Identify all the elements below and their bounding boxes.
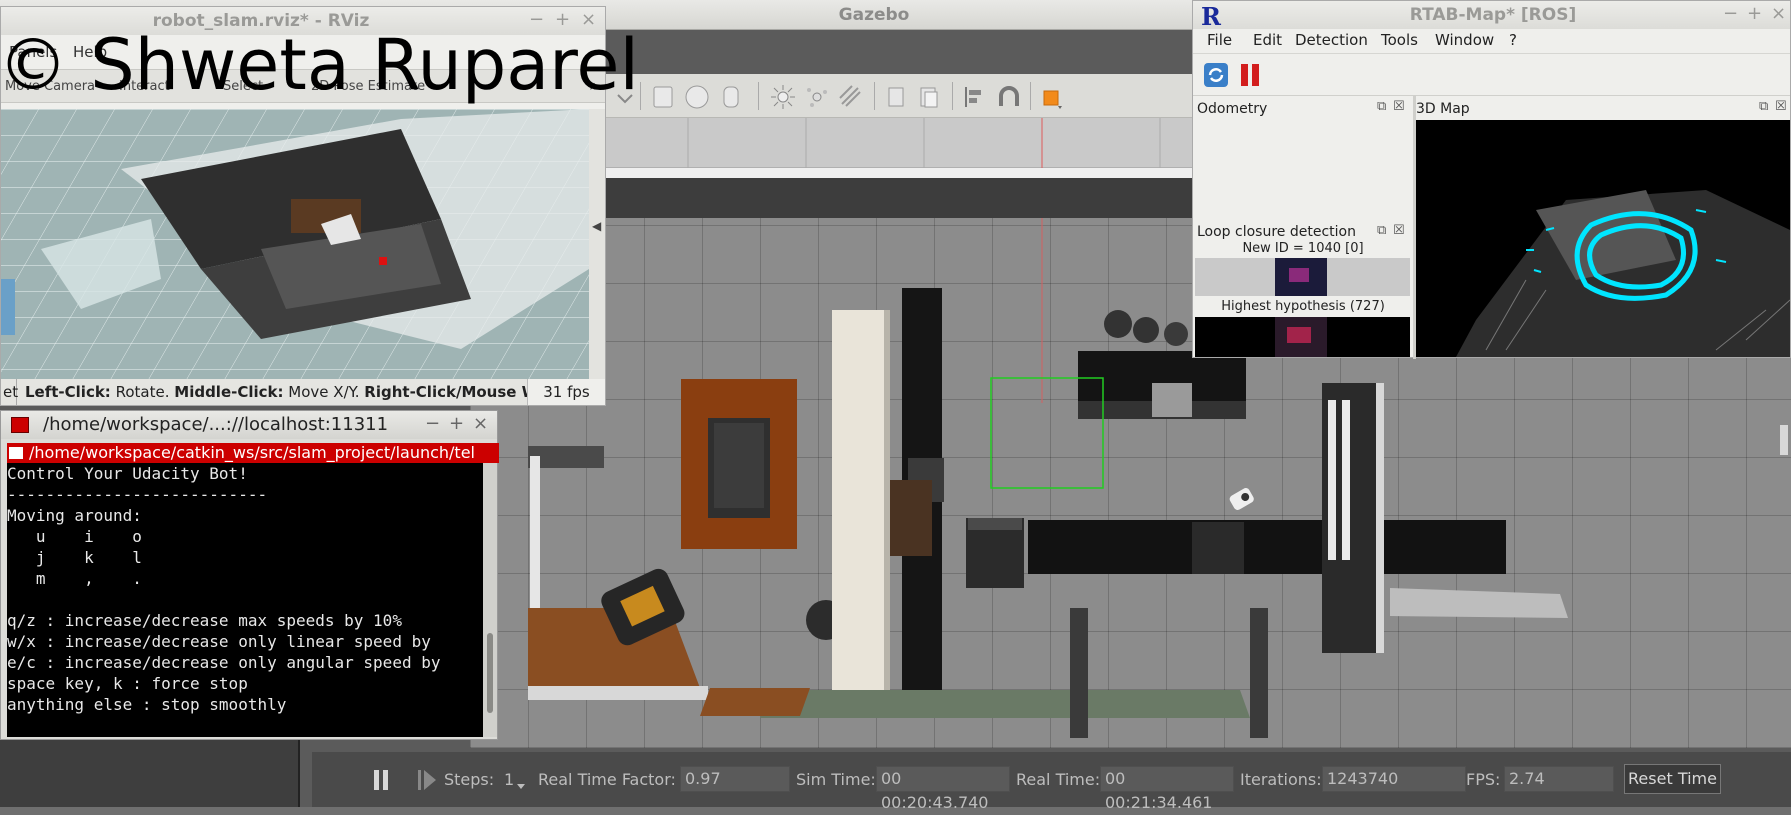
refresh-icon[interactable]	[1203, 62, 1229, 92]
pause-icon[interactable]	[372, 769, 392, 795]
minimize-icon[interactable]: −	[425, 413, 440, 434]
align-icon[interactable]	[962, 84, 988, 110]
close-icon[interactable]: ☒	[1775, 99, 1787, 114]
terminal-line: space key, k : force stop	[7, 674, 248, 693]
terminal-icon	[11, 417, 29, 433]
box-shape-icon[interactable]	[650, 84, 676, 110]
highest-hypothesis-label: Highest hypothesis (727)	[1221, 299, 1385, 314]
iterations-label: Iterations:	[1240, 770, 1322, 789]
rtabmap-titlebar: R RTAB-Map* [ROS] − + ×	[1193, 1, 1790, 31]
map3d-view[interactable]	[1416, 120, 1790, 357]
real-time-label: Real Time:	[1016, 770, 1101, 789]
terminal-line: Control Your Udacity Bot!	[7, 464, 248, 483]
terminal-title: /home/workspace/...://localhost:11311	[43, 414, 389, 435]
terminal-line: anything else : stop smoothly	[7, 695, 287, 714]
close-icon[interactable]: ×	[1771, 3, 1786, 24]
translate-mode-icon[interactable]	[1040, 84, 1066, 110]
close-icon[interactable]: ☒	[1393, 99, 1405, 114]
fps-field: 2.74	[1504, 766, 1614, 792]
chevron-down-icon[interactable]	[516, 776, 526, 795]
menu-window[interactable]: Window	[1435, 31, 1494, 49]
steps-label: Steps:	[444, 770, 495, 789]
odometry-panel-title: Odometry	[1197, 101, 1268, 117]
gazebo-side-panel	[0, 740, 300, 807]
menu-detection[interactable]: Detection	[1295, 31, 1368, 49]
close-icon[interactable]: ×	[473, 413, 488, 434]
copyright-watermark: © Shweta Ruparel	[0, 24, 639, 106]
sim-time-label: Sim Time:	[796, 770, 876, 789]
map3d-panel-title: 3D Map	[1416, 101, 1470, 117]
copy-icon[interactable]	[884, 84, 910, 110]
float-icon[interactable]: ⧉	[1759, 99, 1768, 114]
sphere-shape-icon[interactable]	[684, 84, 710, 110]
rtabmap-toolbar	[1193, 53, 1790, 95]
terminal-titlebar: /home/workspace/...://localhost:11311 − …	[1, 411, 497, 439]
terminal-line: ---------------------------	[7, 485, 268, 504]
snap-magnet-icon[interactable]	[996, 84, 1022, 110]
rviz-collapse-strip[interactable]: ◀	[589, 109, 605, 379]
maximize-icon[interactable]: +	[449, 413, 464, 434]
gazebo-time-panel: Steps: 1 Real Time Factor: 0.97 Sim Time…	[312, 752, 1791, 812]
loop-closure-panel-title: Loop closure detection	[1197, 224, 1356, 240]
terminal-line: w/x : increase/decrease only linear spee…	[7, 632, 431, 651]
status-mc-key: Middle-Click:	[174, 383, 284, 401]
iterations-field: 1243740	[1322, 766, 1466, 792]
rtabmap-title: RTAB-Map* [ROS]	[1409, 5, 1577, 25]
menu-tools[interactable]: Tools	[1381, 31, 1418, 49]
rviz-left-handle[interactable]	[1, 279, 15, 335]
maximize-icon[interactable]: +	[1747, 3, 1762, 24]
cylinder-shape-icon[interactable]	[718, 84, 744, 110]
spot-light-icon[interactable]	[838, 84, 864, 110]
point-light-icon[interactable]	[804, 84, 830, 110]
minimize-icon[interactable]: −	[1723, 3, 1738, 24]
pause-icon[interactable]	[1237, 62, 1263, 92]
terminal-scroll-thumb[interactable]	[487, 633, 493, 713]
terminal-tab-icon	[9, 447, 23, 459]
float-icon[interactable]: ⧉	[1377, 223, 1386, 238]
float-icon[interactable]: ⧉	[1377, 99, 1386, 114]
terminal-window: /home/workspace/...://localhost:11311 − …	[0, 410, 499, 740]
steps-value[interactable]: 1	[504, 770, 514, 789]
close-icon[interactable]: ☒	[1393, 223, 1405, 238]
terminal-line: m , .	[7, 569, 142, 588]
status-mc-action: Move X/Y.	[288, 383, 360, 401]
terminal-output[interactable]: Control Your Udacity Bot! ---------------…	[7, 463, 483, 737]
loop-image-new	[1195, 258, 1410, 296]
loop-image-hypothesis	[1195, 317, 1410, 357]
terminal-line: e/c : increase/decrease only angular spe…	[7, 653, 441, 672]
terminal-line: j k l	[7, 548, 142, 567]
sim-time-field: 00 00:20:43.740	[876, 766, 1010, 812]
gazebo-panel-handle[interactable]	[1780, 425, 1788, 455]
terminal-tab[interactable]: /home/workspace/catkin_ws/src/slam_proje…	[7, 443, 499, 463]
fps-label: FPS:	[1466, 770, 1501, 789]
reset-time-button[interactable]: Reset Time	[1624, 764, 1721, 794]
status-tab[interactable]: et	[3, 379, 18, 405]
menu-help[interactable]: ?	[1509, 31, 1517, 49]
menu-file[interactable]: File	[1207, 31, 1232, 49]
rviz-3d-view[interactable]	[1, 109, 589, 379]
rtabmap-window: R RTAB-Map* [ROS] − + × File Edit Detect…	[1192, 0, 1791, 359]
terminal-tab-label: /home/workspace/catkin_ws/src/slam_proje…	[29, 443, 475, 462]
rviz-statusbar: et Left-Click: Rotate. Middle-Click: Mov…	[1, 379, 605, 405]
rtabmap-logo: R	[1201, 2, 1221, 31]
status-lc-key: Left-Click:	[25, 383, 111, 401]
terminal-line: Moving around:	[7, 506, 142, 525]
sun-light-icon[interactable]	[770, 84, 796, 110]
menu-edit[interactable]: Edit	[1253, 31, 1282, 49]
terminal-line: q/z : increase/decrease max speeds by 10…	[7, 611, 402, 630]
status-lc-action: Rotate.	[115, 383, 170, 401]
step-icon[interactable]	[416, 769, 438, 795]
rtf-label: Real Time Factor:	[538, 770, 676, 789]
terminal-line: u i o	[7, 527, 142, 546]
paste-icon[interactable]	[916, 84, 942, 110]
rtf-field: 0.97	[680, 766, 790, 792]
rviz-fps: 31 fps	[527, 379, 605, 405]
new-id-label: New ID = 1040 [0]	[1242, 241, 1364, 256]
real-time-field: 00 00:21:34.461	[1100, 766, 1234, 812]
